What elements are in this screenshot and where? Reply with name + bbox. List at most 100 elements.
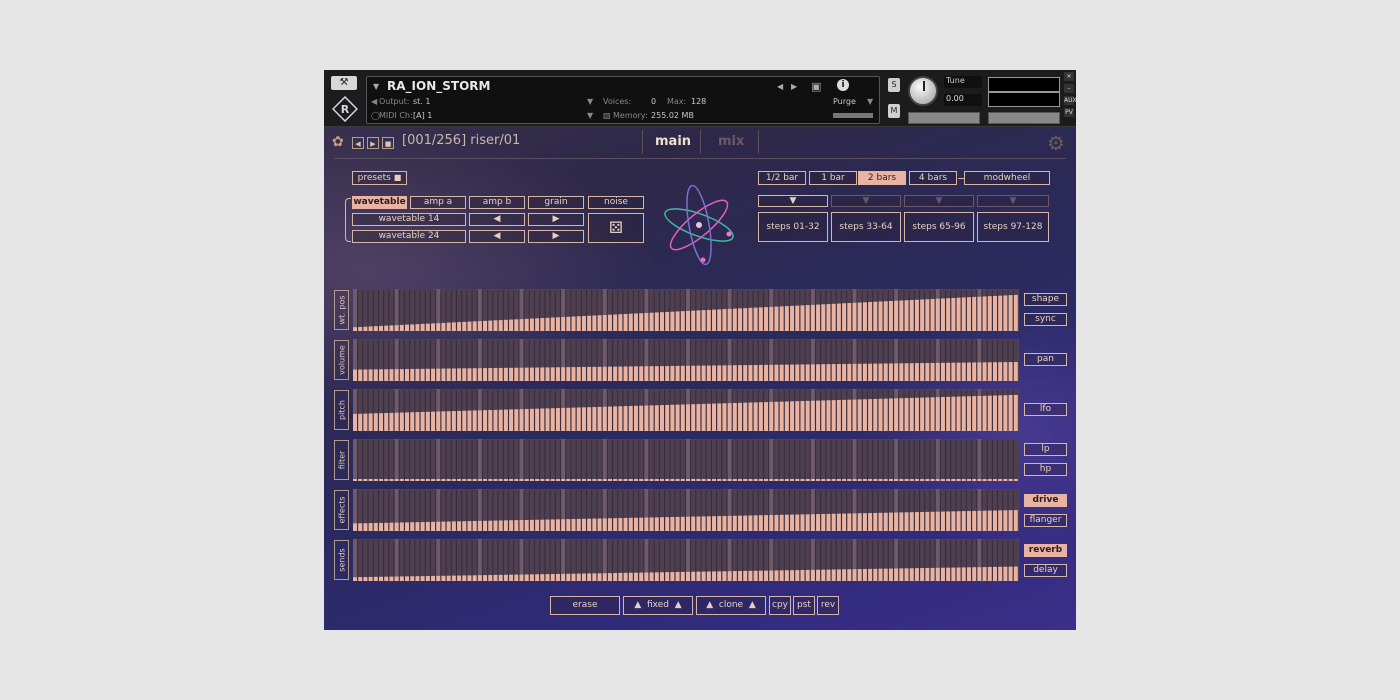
step-bar[interactable] <box>743 308 748 331</box>
step-bar[interactable] <box>451 368 456 381</box>
step-bar[interactable] <box>529 519 534 531</box>
step-bar[interactable] <box>477 575 482 581</box>
step-bar[interactable] <box>514 319 519 331</box>
step-bar[interactable] <box>790 305 795 331</box>
step-bar[interactable] <box>836 303 841 331</box>
step-bar[interactable] <box>691 404 696 431</box>
info-icon[interactable]: i <box>837 79 849 91</box>
copy-button[interactable]: cpy <box>769 596 791 615</box>
step-bar[interactable] <box>483 520 488 531</box>
step-bar[interactable] <box>535 367 540 381</box>
step-bar[interactable] <box>358 577 363 581</box>
step-bar[interactable] <box>686 479 690 481</box>
step-bar[interactable] <box>483 368 488 381</box>
step-bar[interactable] <box>488 320 493 331</box>
step-bar[interactable] <box>758 515 763 531</box>
step-bar[interactable] <box>966 396 971 431</box>
step-bar[interactable] <box>524 318 529 331</box>
step-bar[interactable] <box>659 572 664 581</box>
step-bar[interactable] <box>909 299 914 331</box>
step-bar[interactable] <box>451 322 456 331</box>
step-bar[interactable] <box>961 567 966 581</box>
step-lane-wt-pos[interactable] <box>353 289 1019 331</box>
step-bar[interactable] <box>888 301 893 331</box>
step-bar[interactable] <box>909 397 914 431</box>
step-bar[interactable] <box>581 366 586 381</box>
step-bar[interactable] <box>805 400 810 431</box>
step-bar[interactable] <box>925 567 930 581</box>
step-bar[interactable] <box>436 411 441 431</box>
step-bar[interactable] <box>410 324 415 331</box>
step-bar[interactable] <box>966 567 971 581</box>
step-bar[interactable] <box>628 572 633 581</box>
step-bar[interactable] <box>717 403 722 431</box>
step-bar[interactable] <box>670 479 675 481</box>
step-bar[interactable] <box>836 479 841 481</box>
step-bar[interactable] <box>732 515 737 531</box>
step-bar[interactable] <box>659 405 664 431</box>
step-bar[interactable] <box>821 304 826 331</box>
step-bar[interactable] <box>363 479 368 481</box>
step-bar[interactable] <box>498 320 503 331</box>
prev-instrument-icon[interactable]: ◀ <box>777 82 783 91</box>
step-bar[interactable] <box>696 516 701 531</box>
step-bar[interactable] <box>462 410 467 431</box>
step-bar[interactable] <box>966 511 971 531</box>
step-bar[interactable] <box>384 576 389 581</box>
step-bar[interactable] <box>368 523 373 531</box>
step-bar[interactable] <box>561 573 566 581</box>
step-bar[interactable] <box>727 308 732 331</box>
step-bar[interactable] <box>831 569 836 581</box>
step-bar[interactable] <box>519 520 524 531</box>
step-bar[interactable] <box>654 405 659 431</box>
step-bar[interactable] <box>899 363 904 381</box>
step-bar[interactable] <box>821 400 826 431</box>
clone-button[interactable]: ▲ clone ▲ <box>696 596 766 615</box>
step-bar[interactable] <box>467 575 472 581</box>
step-bar[interactable] <box>691 310 696 331</box>
step-bar[interactable] <box>535 408 540 431</box>
step-bar[interactable] <box>488 520 493 531</box>
step-bar[interactable] <box>503 479 508 481</box>
step-bar[interactable] <box>420 479 425 481</box>
step-bar[interactable] <box>821 513 826 531</box>
step-bar[interactable] <box>659 517 664 531</box>
wavetable-b-prev[interactable]: ◀ <box>469 230 525 243</box>
step-lane-pitch[interactable] <box>353 389 1019 431</box>
step-bar[interactable] <box>540 519 545 531</box>
step-bar[interactable] <box>821 479 826 481</box>
aux-button[interactable]: AUX <box>1064 96 1076 105</box>
step-bar[interactable] <box>571 407 576 431</box>
step-bar[interactable] <box>602 479 607 481</box>
step-bar[interactable] <box>628 517 633 531</box>
step-bar[interactable] <box>451 411 456 431</box>
step-bar[interactable] <box>925 363 930 381</box>
step-bar[interactable] <box>503 409 508 431</box>
collapse-icon[interactable]: ▼ <box>373 82 379 91</box>
step-bar[interactable] <box>816 479 821 481</box>
purge-dropdown-icon[interactable]: ▼ <box>867 97 873 106</box>
step-bar[interactable] <box>899 300 904 332</box>
step-bar[interactable] <box>680 311 685 331</box>
step-bar[interactable] <box>914 479 919 481</box>
step-bar[interactable] <box>493 320 498 331</box>
step-bar[interactable] <box>597 479 602 481</box>
step-bar[interactable] <box>519 367 524 381</box>
step-bar[interactable] <box>982 479 987 481</box>
step-bar[interactable] <box>633 405 638 431</box>
step-bar[interactable] <box>935 567 940 581</box>
step-bar[interactable] <box>904 300 909 331</box>
midi-value[interactable]: [A] 1 <box>413 111 432 120</box>
step-bar[interactable] <box>587 407 592 431</box>
step-bar[interactable] <box>649 366 654 381</box>
step-bar[interactable] <box>467 410 472 431</box>
step-bar[interactable] <box>581 407 586 431</box>
step-bar[interactable] <box>613 573 618 581</box>
step-bar[interactable] <box>394 412 399 431</box>
step-bar[interactable] <box>873 301 878 331</box>
step-bar[interactable] <box>878 398 883 431</box>
step-bar[interactable] <box>670 311 675 331</box>
step-bar[interactable] <box>909 479 914 481</box>
page-indicator[interactable]: ▼ <box>977 195 1049 207</box>
step-bar[interactable] <box>597 406 602 431</box>
